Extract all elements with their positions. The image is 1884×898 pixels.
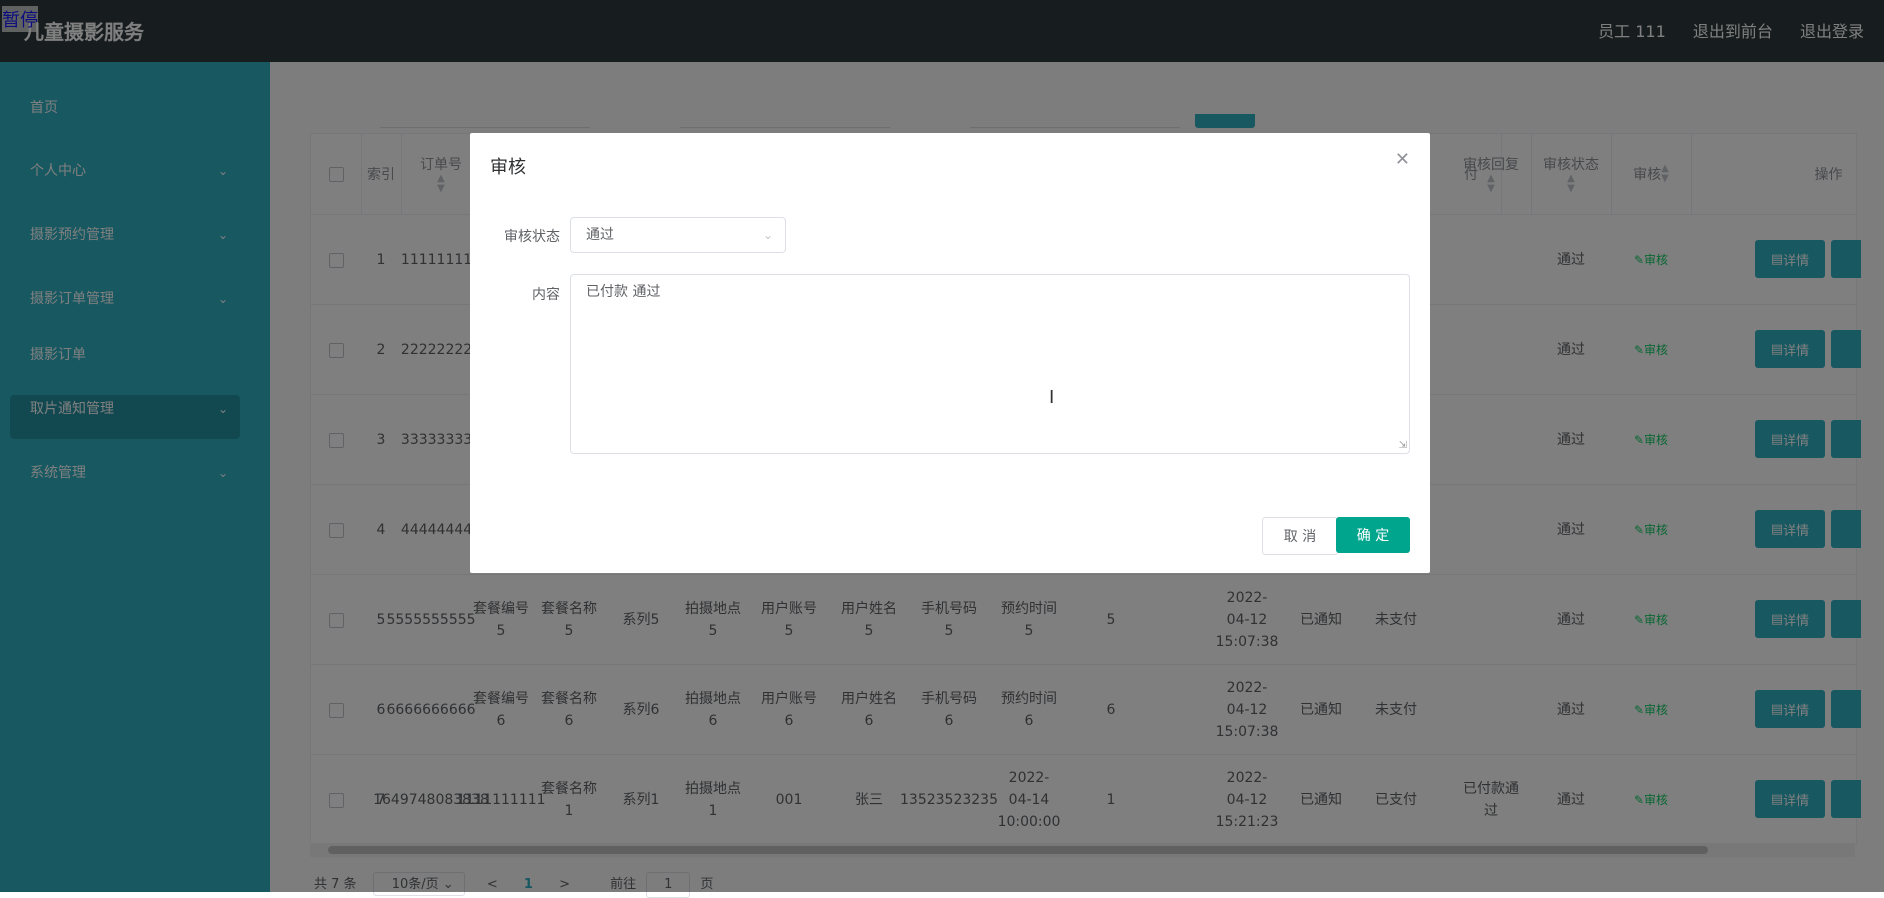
chevron-down-icon: ⌄ (762, 228, 773, 242)
content-label: 内容 (532, 287, 560, 303)
content-textarea[interactable]: 已付款 通过 I ⇲ (570, 274, 1410, 454)
text-cursor-icon: I (1049, 387, 1055, 408)
audit-dialog: 审核 ✕ 审核状态 通过 ⌄ 内容 已付款 通过 I ⇲ 取 消 确 定 (470, 133, 1430, 573)
cancel-button[interactable]: 取 消 (1262, 517, 1338, 555)
status-select[interactable]: 通过 ⌄ (570, 217, 786, 253)
confirm-button[interactable]: 确 定 (1336, 517, 1410, 553)
content-text: 已付款 通过 (586, 284, 661, 300)
dialog-title: 审核 (490, 157, 526, 178)
status-select-value: 通过 (586, 227, 614, 243)
close-icon[interactable]: ✕ (1395, 149, 1410, 170)
status-label: 审核状态 (504, 229, 560, 245)
resize-handle-icon[interactable]: ⇲ (1399, 440, 1407, 451)
